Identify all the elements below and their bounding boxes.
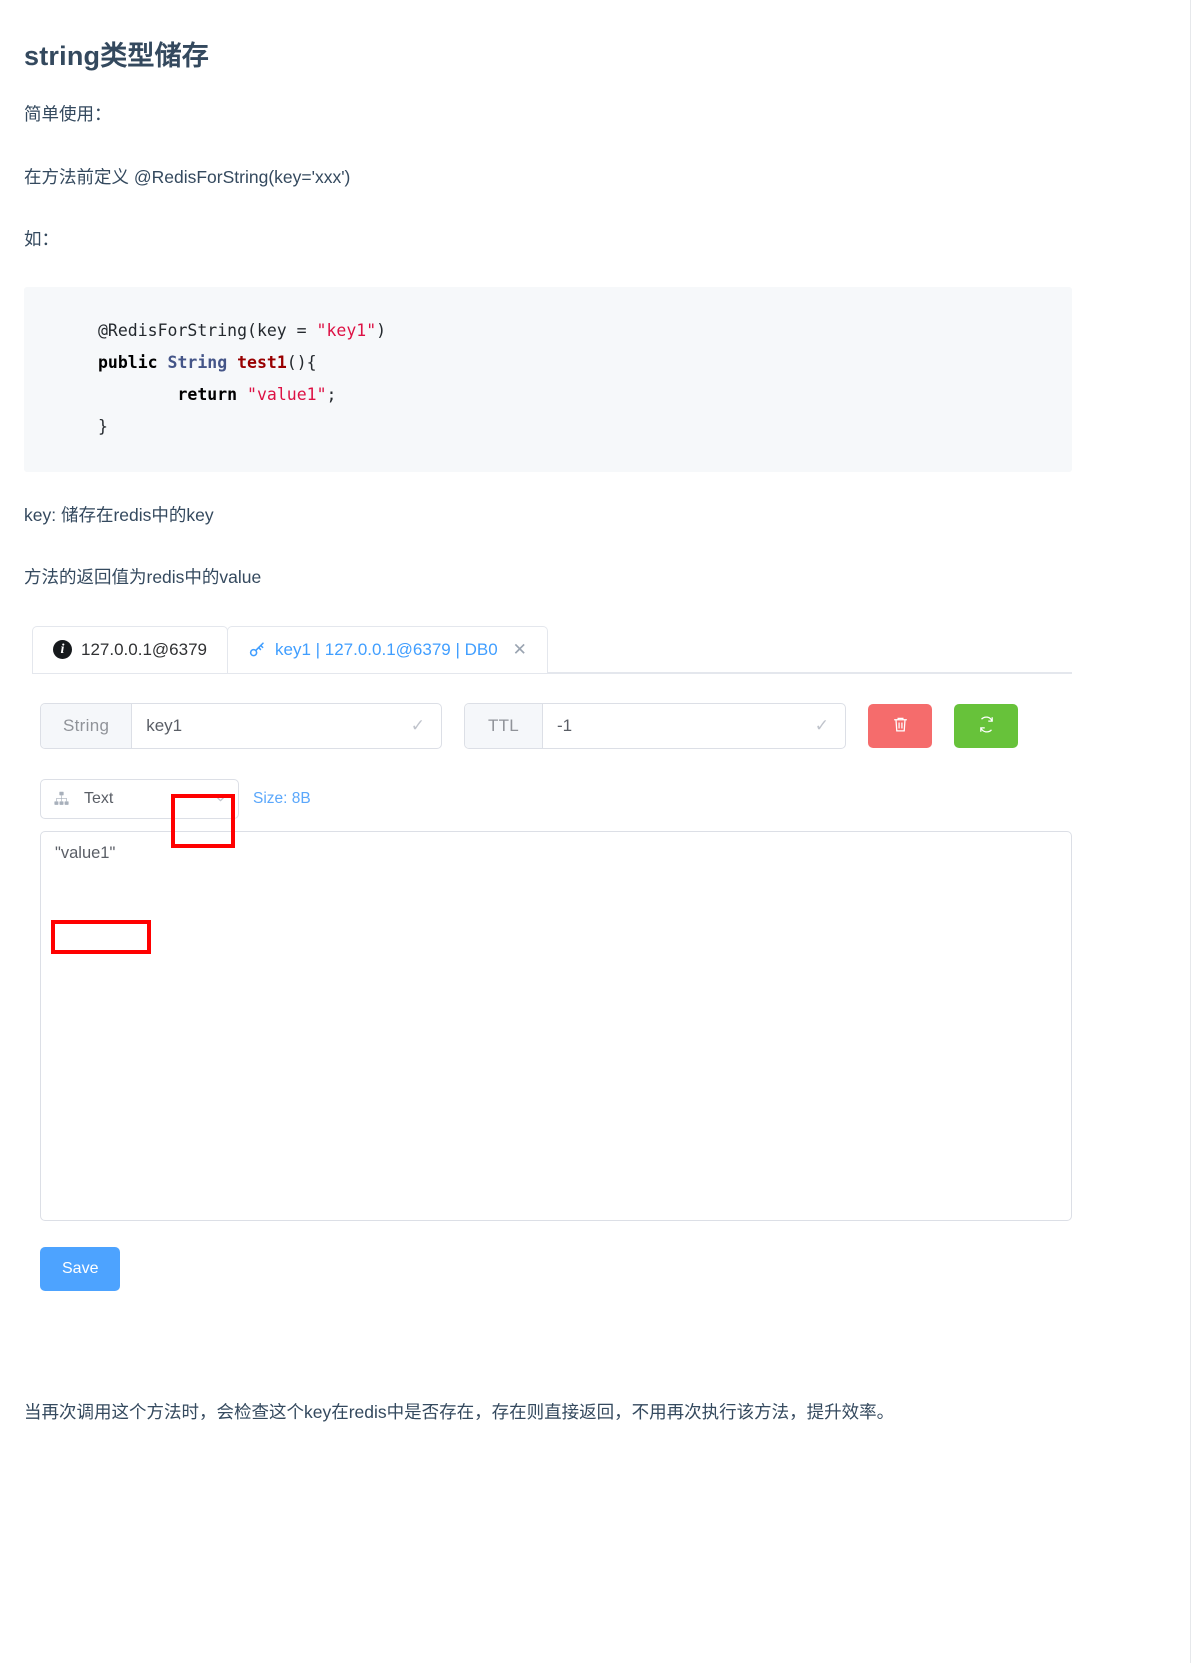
ttl-input[interactable]: -1 ✓	[543, 704, 845, 748]
refresh-key-button[interactable]	[954, 703, 1018, 748]
code-closing-brace: }	[98, 417, 108, 437]
usage-paragraph: 在方法前定义 @RedisForString(key='xxx')	[24, 166, 351, 187]
code-method-signature: (){	[286, 353, 317, 373]
code-semicolon: ;	[326, 385, 337, 405]
save-button[interactable]: Save	[40, 1246, 121, 1291]
code-method-name: test1	[237, 353, 287, 373]
sitemap-icon	[53, 790, 70, 807]
key-description: key: 储存在redis中的key	[24, 504, 214, 525]
value-textarea-content: "value1"	[55, 843, 116, 862]
tab-connection[interactable]: i 127.0.0.1@6379	[32, 625, 228, 673]
key-input[interactable]: key1 ✓	[132, 704, 441, 748]
code-content: @RedisForString(key = "key1") public Str…	[24, 315, 1072, 444]
format-select[interactable]: Text	[40, 778, 239, 819]
value-textarea[interactable]: "value1"	[40, 830, 1072, 1221]
delete-key-button[interactable]	[868, 703, 932, 748]
page-title: string类型储存	[24, 41, 210, 71]
tab-bar: i 127.0.0.1@6379 key1 | 127.0.0.1@6379 |…	[32, 625, 1072, 674]
value-size-label: Size: 8B	[253, 789, 311, 807]
check-icon[interactable]: ✓	[815, 716, 833, 736]
code-key-string: "key1"	[316, 320, 377, 340]
trash-icon	[891, 715, 910, 737]
intro-paragraph: 简单使用：	[24, 104, 112, 124]
close-icon[interactable]: ✕	[513, 641, 527, 658]
page-right-divider	[1190, 0, 1191, 1663]
ttl-input-group[interactable]: TTL -1 ✓	[464, 702, 846, 749]
tab-key-detail-label: key1 | 127.0.0.1@6379 | DB0	[274, 639, 498, 659]
code-value-string: "value1"	[247, 385, 327, 405]
footer-note: 当再次调用这个方法时，会检查这个key在redis中是否存在，存在则直接返回，不…	[24, 1401, 895, 1422]
key-input-group[interactable]: String key1 ✓	[40, 702, 442, 749]
key-toolbar: String key1 ✓ TTL -1 ✓	[32, 702, 1072, 749]
redis-client-panel: i 127.0.0.1@6379 key1 | 127.0.0.1@6379 |…	[32, 625, 1072, 1291]
value-format-row: Text Size: 8B	[32, 778, 1072, 819]
code-annotation-close: )	[376, 320, 387, 340]
key-input-value: key1	[146, 715, 183, 735]
code-annotation-prefix: @RedisForString(key =	[98, 320, 317, 340]
code-keyword-public: public	[98, 353, 158, 373]
ttl-label: TTL	[465, 703, 543, 748]
info-icon: i	[53, 640, 72, 660]
chevron-down-icon	[213, 791, 228, 806]
page-root: string类型储存 简单使用： 在方法前定义 @RedisForString(…	[0, 0, 1197, 1663]
tab-key-detail[interactable]: key1 | 127.0.0.1@6379 | DB0 ✕	[226, 625, 548, 673]
key-type-label: String	[41, 703, 133, 748]
key-icon	[248, 641, 266, 659]
tab-bar-filler	[546, 626, 1072, 673]
code-block: @RedisForString(key = "key1") public Str…	[24, 286, 1072, 472]
check-icon[interactable]: ✓	[411, 716, 429, 736]
tab-connection-label: 127.0.0.1@6379	[81, 639, 207, 659]
ttl-input-value: -1	[557, 715, 573, 735]
code-keyword-return: return	[177, 385, 238, 405]
refresh-icon	[977, 715, 996, 737]
format-select-value: Text	[84, 789, 114, 807]
document-content: string类型储存 简单使用： 在方法前定义 @RedisForString(…	[0, 0, 1096, 1428]
return-description: 方法的返回值为redis中的value	[24, 567, 262, 588]
example-label: 如：	[24, 229, 59, 250]
code-type-string: String	[167, 353, 228, 373]
